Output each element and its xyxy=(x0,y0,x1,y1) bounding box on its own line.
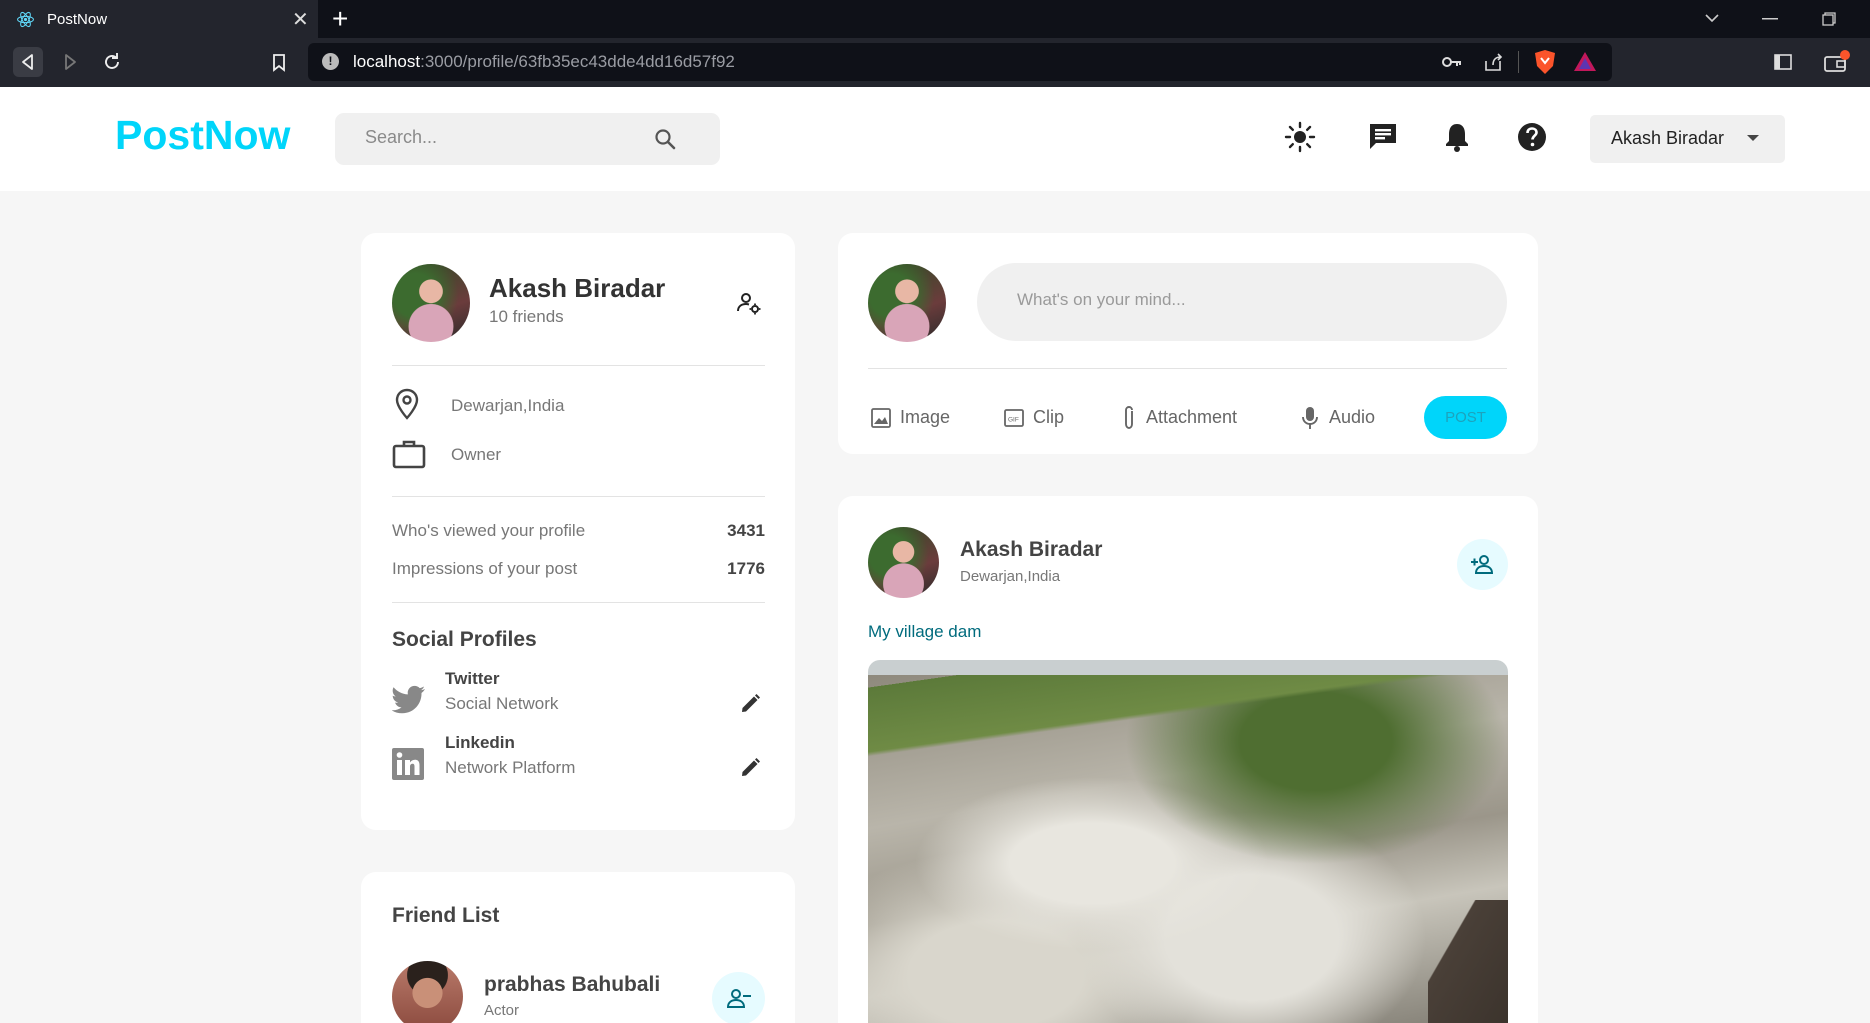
message-icon[interactable] xyxy=(1366,120,1400,154)
site-info-icon[interactable]: ! xyxy=(322,53,339,70)
brave-rewards-icon[interactable] xyxy=(1573,50,1597,74)
person-remove-icon xyxy=(726,989,751,1008)
browser-tab-bar: PostNow ✕ + xyxy=(0,0,1870,38)
manage-account-icon[interactable] xyxy=(736,290,762,316)
edit-icon[interactable] xyxy=(738,692,762,716)
divider xyxy=(392,602,765,603)
post-composer-card: Image GIF Clip Attachment Audio POST xyxy=(838,233,1538,454)
post-button[interactable]: POST xyxy=(1424,396,1507,439)
image-action-button[interactable]: Image xyxy=(870,403,960,431)
post-description: My village dam xyxy=(868,622,982,641)
social-profiles-title: Social Profiles xyxy=(392,628,537,651)
reload-icon xyxy=(105,53,119,69)
friend-occupation: Actor xyxy=(484,1002,520,1019)
minimize-icon[interactable] xyxy=(1762,18,1778,20)
linkedin-icon xyxy=(392,748,424,780)
post-image[interactable] xyxy=(868,660,1508,1023)
new-tab-button[interactable]: + xyxy=(332,3,348,35)
user-menu-name: Akash Biradar xyxy=(1611,128,1725,148)
light-mode-icon[interactable] xyxy=(1283,120,1317,154)
social-type: Network Platform xyxy=(445,758,576,777)
url-text[interactable]: localhost:3000/profile/63fb35ec43dde4dd1… xyxy=(353,52,735,72)
image-icon xyxy=(871,408,891,428)
friend-list-title: Friend List xyxy=(392,904,500,927)
audio-action-button[interactable]: Audio xyxy=(1300,403,1380,431)
divider xyxy=(392,365,765,366)
password-key-icon[interactable] xyxy=(1441,52,1463,72)
back-button[interactable] xyxy=(13,47,43,77)
tab-search-chevron-icon[interactable] xyxy=(1704,12,1720,24)
stat-value: 1776 xyxy=(727,559,765,578)
remove-friend-button[interactable] xyxy=(712,972,765,1023)
action-label: Audio xyxy=(1329,407,1376,427)
profile-location: Dewarjan,India xyxy=(451,396,565,415)
work-icon xyxy=(392,440,426,469)
help-icon[interactable] xyxy=(1515,120,1549,154)
profile-occupation: Owner xyxy=(451,445,502,464)
social-name: Linkedin xyxy=(445,733,515,752)
microphone-icon xyxy=(1302,407,1318,429)
twitter-icon xyxy=(392,685,425,714)
close-tab-icon[interactable]: ✕ xyxy=(292,7,309,32)
avatar[interactable] xyxy=(392,264,470,342)
app-header: PostNow Akash Biradar xyxy=(0,87,1870,191)
action-label: Clip xyxy=(1033,407,1065,427)
notifications-icon[interactable] xyxy=(1440,120,1474,154)
reload-button[interactable] xyxy=(97,47,127,77)
location-icon xyxy=(395,388,419,420)
search-bar xyxy=(335,113,720,165)
sidebar-toggle-icon[interactable] xyxy=(1773,52,1793,72)
stat-value: 3431 xyxy=(727,521,765,540)
bookmark-icon xyxy=(273,54,285,72)
forward-button[interactable] xyxy=(55,47,85,77)
profile-card: Akash Biradar 10 friends Dewarjan,India … xyxy=(361,233,795,830)
edit-icon[interactable] xyxy=(738,756,762,780)
action-label: Image xyxy=(900,407,951,427)
friend-count: 10 friends xyxy=(489,307,564,326)
post-author-name[interactable]: Akash Biradar xyxy=(960,538,1102,562)
brave-shield-icon[interactable] xyxy=(1533,49,1557,75)
post-input[interactable] xyxy=(1017,290,1467,310)
caret-down-icon xyxy=(1747,135,1759,141)
clip-action-button[interactable]: GIF Clip xyxy=(1003,403,1073,431)
attachment-icon xyxy=(1125,406,1133,429)
divider xyxy=(392,496,765,497)
friend-list-card: Friend List prabhas Bahubali Actor xyxy=(361,872,795,1023)
friend-avatar[interactable] xyxy=(392,961,463,1023)
divider xyxy=(1518,51,1519,73)
bookmark-button[interactable] xyxy=(264,47,294,77)
tab-title: PostNow xyxy=(47,11,108,28)
post-author-avatar[interactable] xyxy=(868,527,939,598)
post-author-location: Dewarjan,India xyxy=(960,568,1061,585)
divider xyxy=(868,368,1507,369)
post-input-wrapper xyxy=(977,263,1507,341)
stat-label: Who's viewed your profile xyxy=(392,521,586,540)
gif-icon: GIF xyxy=(1004,409,1024,427)
wallet-icon[interactable] xyxy=(1823,50,1851,74)
browser-toolbar: ! localhost:3000/profile/63fb35ec43dde4d… xyxy=(0,38,1870,87)
action-label: Attachment xyxy=(1146,407,1238,427)
react-icon xyxy=(17,11,34,28)
avatar[interactable] xyxy=(868,264,946,342)
address-bar[interactable]: ! localhost:3000/profile/63fb35ec43dde4d… xyxy=(308,43,1612,81)
share-icon[interactable] xyxy=(1482,52,1504,72)
attachment-action-button[interactable]: Attachment xyxy=(1120,403,1250,431)
stat-label: Impressions of your post xyxy=(392,559,578,578)
search-input[interactable] xyxy=(365,127,665,148)
search-icon[interactable] xyxy=(653,127,677,151)
user-menu-select[interactable]: Akash Biradar xyxy=(1590,115,1785,163)
post-card: Akash Biradar Dewarjan,India My village … xyxy=(838,496,1538,1023)
browser-tab[interactable]: PostNow ✕ xyxy=(0,0,318,38)
friend-name[interactable]: prabhas Bahubali xyxy=(484,973,660,997)
add-friend-button[interactable] xyxy=(1457,539,1508,590)
logo[interactable]: PostNow xyxy=(115,112,290,159)
social-name: Twitter xyxy=(445,669,500,688)
profile-name[interactable]: Akash Biradar xyxy=(489,273,665,304)
person-add-icon xyxy=(1471,555,1494,574)
svg-text:GIF: GIF xyxy=(1008,417,1019,424)
social-type: Social Network xyxy=(445,694,559,713)
back-arrow-icon xyxy=(22,54,33,70)
forward-arrow-icon xyxy=(65,54,76,70)
restore-icon[interactable] xyxy=(1822,12,1836,26)
